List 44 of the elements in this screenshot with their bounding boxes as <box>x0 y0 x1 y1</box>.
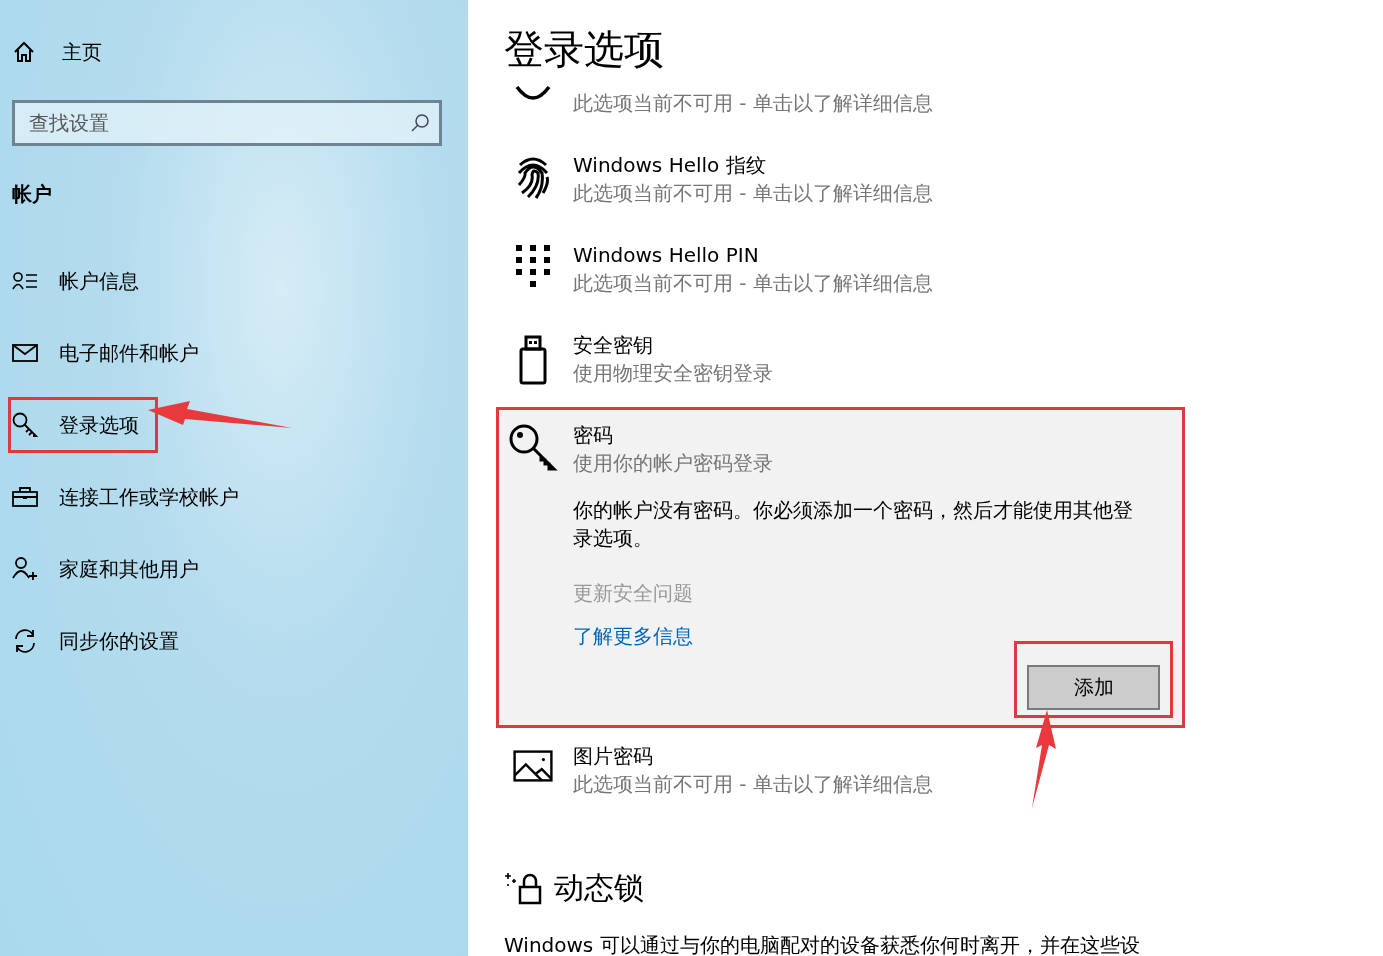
person-add-icon <box>12 556 38 582</box>
sparkle-lock-icon <box>504 871 544 905</box>
home-link[interactable]: 主页 <box>12 38 102 66</box>
search-field[interactable]: 查找设置 <box>12 100 442 146</box>
option-row[interactable]: 安全密钥 使用物理安全密钥登录 <box>496 310 1383 400</box>
option-row[interactable]: 图片密码 此选项当前不可用 - 单击以了解详细信息 <box>496 730 1383 820</box>
option-row[interactable]: Windows Hello 指纹 此选项当前不可用 - 单击以了解详细信息 <box>496 130 1383 220</box>
option-subtitle: 此选项当前不可用 - 单击以了解详细信息 <box>573 270 933 297</box>
section-heading: 动态锁 <box>554 869 644 907</box>
option-title: 图片密码 <box>573 743 654 770</box>
briefcase-icon <box>12 487 38 507</box>
sidebar-item[interactable]: 连接工作或学校帐户 <box>8 469 258 525</box>
option-subtitle: 此选项当前不可用 - 单击以了解详细信息 <box>573 771 933 798</box>
option-title: 密码 <box>573 422 614 449</box>
option-subtitle: 此选项当前不可用 - 单击以了解详细信息 <box>573 180 933 207</box>
add-button[interactable]: 添加 <box>1027 665 1160 710</box>
option-title: Windows Hello PIN <box>573 242 760 269</box>
link[interactable]: 了解更多信息 <box>573 622 693 650</box>
person-list-icon <box>12 271 38 291</box>
key-icon <box>508 423 558 473</box>
sidebar-item[interactable]: 同步你的设置 <box>8 613 198 669</box>
sidebar-item[interactable]: 登录选项 <box>8 397 158 453</box>
page-title: 登录选项 <box>503 25 665 74</box>
option-row[interactable]: 此选项当前不可用 - 单击以了解详细信息 <box>496 80 1383 130</box>
key-icon <box>12 412 38 438</box>
option-subtitle: 此选项当前不可用 - 单击以了解详细信息 <box>573 90 933 117</box>
sync-icon <box>12 628 38 654</box>
smile-icon <box>515 85 551 103</box>
sidebar-item[interactable]: 电子邮件和帐户 <box>8 325 218 381</box>
description-text: Windows 可以通过与你的电脑配对的设备获悉你何时离开，并在这些设 <box>504 932 1141 956</box>
fingerprint-icon <box>516 155 550 199</box>
option-subtitle: 使用物理安全密钥登录 <box>573 360 773 387</box>
search-icon <box>410 113 430 133</box>
option-subtitle: 使用你的帐户密码登录 <box>573 450 773 477</box>
sidebar-item[interactable]: 家庭和其他用户 <box>8 541 218 597</box>
sidebar-item[interactable]: 帐户信息 <box>8 253 158 309</box>
home-icon <box>12 40 36 64</box>
option-title: Windows Hello 指纹 <box>573 152 767 179</box>
message-text: 你的帐户没有密码。你必须添加一个密码，然后才能使用其他登录选项。 <box>573 497 1134 552</box>
usb-key-icon <box>518 335 548 385</box>
option-title: 安全密钥 <box>573 332 654 359</box>
section-title: 帐户 <box>12 181 53 208</box>
option-row[interactable]: Windows Hello PIN 此选项当前不可用 - 单击以了解详细信息 <box>496 220 1383 310</box>
mail-icon <box>12 344 38 362</box>
